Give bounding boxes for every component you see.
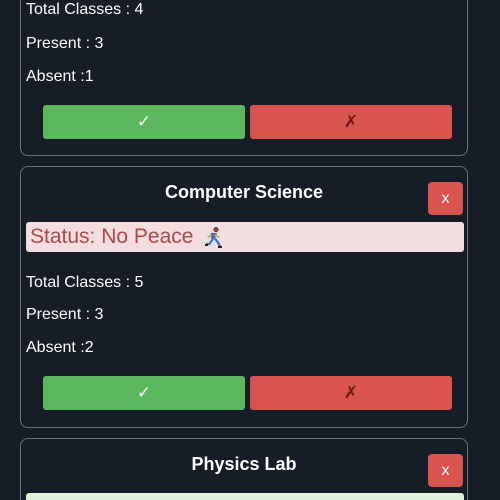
absent-count: Absent :2	[26, 339, 94, 356]
absent-count: Absent :1	[26, 68, 94, 85]
delete-subject-button[interactable]: x	[428, 454, 463, 487]
total-classes: Total Classes : 4	[26, 1, 144, 18]
running-person-icon	[205, 227, 223, 249]
check-icon: ✓	[136, 383, 152, 402]
subject-title: Computer Science	[164, 182, 324, 202]
subject-card: Total Classes : 4 Present : 3 Absent :1 …	[20, 0, 468, 156]
mark-present-button[interactable]: ✓	[43, 376, 245, 410]
subject-card: Physics Lab x	[20, 438, 468, 500]
present-count: Present : 3	[26, 306, 104, 323]
mark-present-button[interactable]: ✓	[43, 105, 245, 139]
subject-list: Total Classes : 4 Present : 3 Absent :1 …	[0, 0, 500, 500]
mark-absent-button[interactable]: ✗	[250, 105, 452, 139]
total-classes: Total Classes : 5	[26, 274, 144, 291]
delete-subject-button[interactable]: x	[428, 182, 463, 215]
status-text: Status: No Peace	[30, 225, 194, 248]
cross-icon: ✗	[343, 383, 359, 402]
status-banner: Status: No Peace	[26, 222, 464, 252]
check-icon: ✓	[136, 112, 152, 131]
cross-icon: ✗	[343, 112, 359, 131]
status-banner	[26, 493, 464, 500]
subject-title: Physics Lab	[191, 454, 297, 474]
mark-absent-button[interactable]: ✗	[250, 376, 452, 410]
present-count: Present : 3	[26, 35, 104, 52]
subject-card: Computer Science x Status: No Peace Tota…	[20, 166, 468, 428]
